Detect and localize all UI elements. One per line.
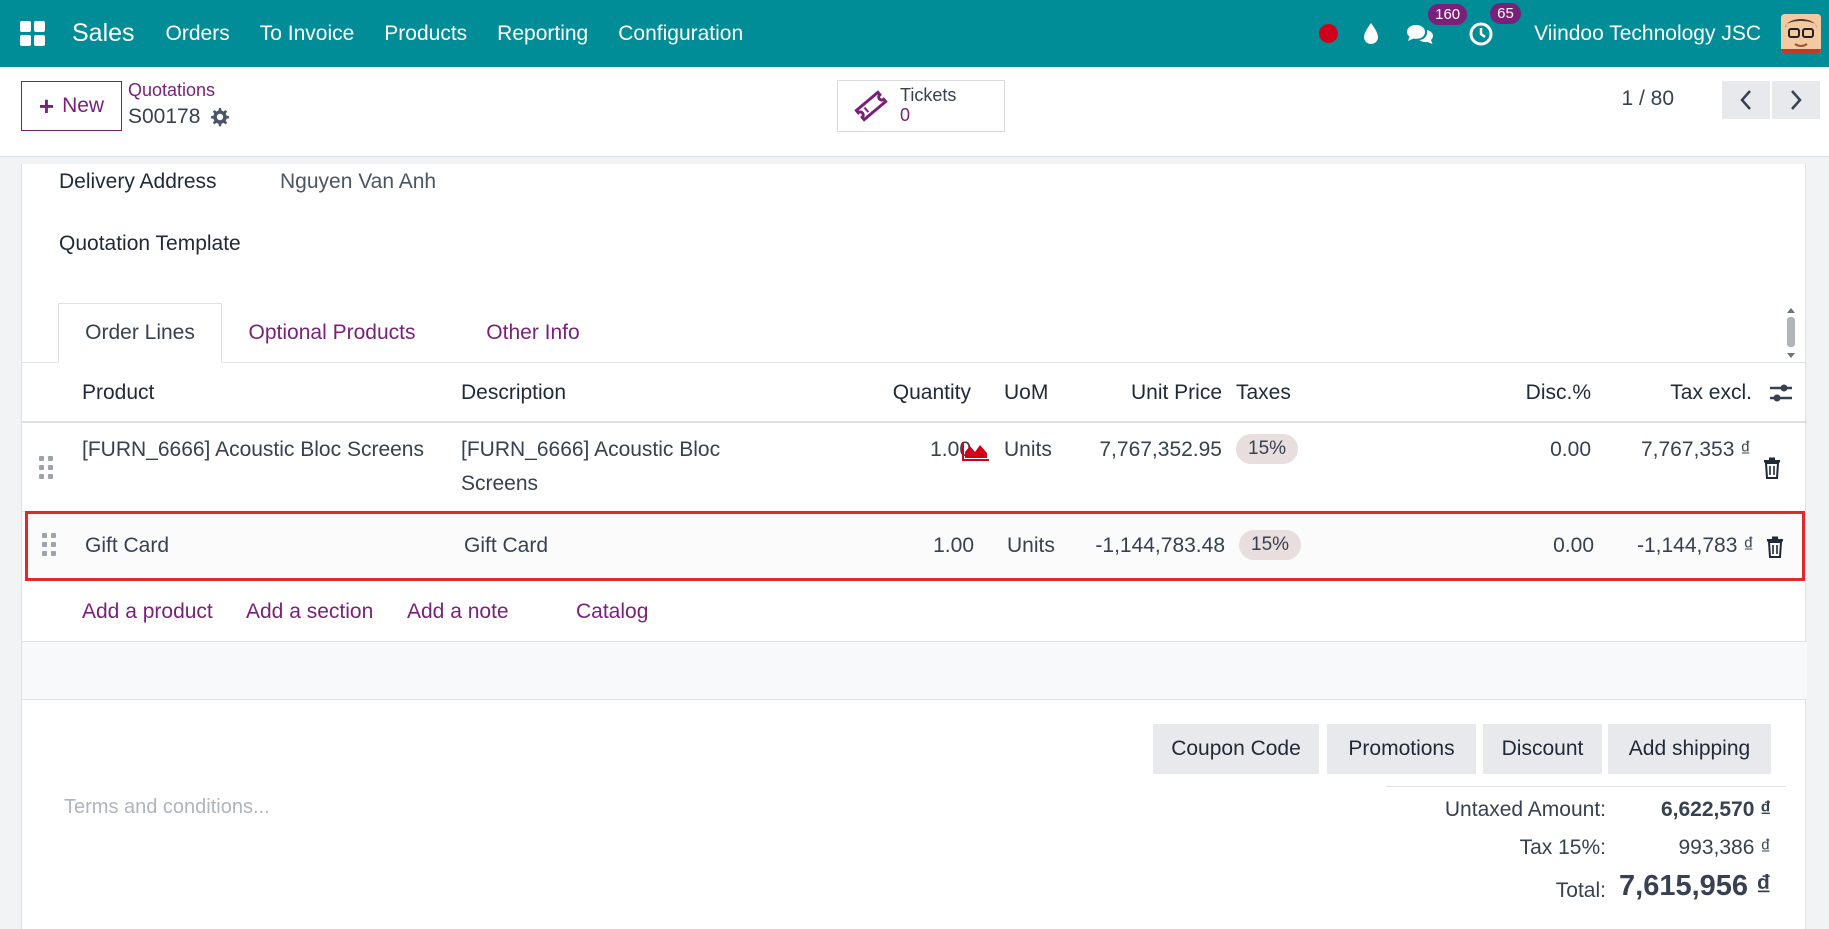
notebook-tabs: Order Lines Optional Products Other Info <box>22 303 1807 363</box>
line-product[interactable]: [FURN_6666] Acoustic Bloc Screens <box>82 433 424 467</box>
tickets-count: 0 <box>900 105 911 125</box>
add-product-link[interactable]: Add a product <box>82 582 213 642</box>
line-subtotal: -1,144,783 ₫ <box>1636 534 1754 557</box>
drag-handle-icon[interactable] <box>39 456 53 479</box>
plus-icon: + <box>38 91 55 121</box>
catalog-link[interactable]: Catalog <box>576 582 648 642</box>
total-label: Total: <box>1555 879 1606 902</box>
activities-button[interactable]: 65 <box>1468 2 1521 47</box>
form-sheet: Delivery Address Nguyen Van Anh Quotatio… <box>21 164 1807 929</box>
untaxed-amount-label: Untaxed Amount: <box>1444 798 1606 821</box>
ticket-icon <box>854 90 888 122</box>
totals-divider <box>1386 786 1786 787</box>
chat-icon <box>1407 24 1434 44</box>
messages-button[interactable]: 160 <box>1406 3 1468 46</box>
total-value: 7,615,956 ₫ <box>1619 870 1771 902</box>
line-uom[interactable]: Units <box>1007 529 1055 563</box>
trash-icon[interactable] <box>1763 457 1781 479</box>
tab-optional-products[interactable]: Optional Products <box>237 303 427 363</box>
messages-badge: 160 <box>1428 3 1468 25</box>
tab-order-lines[interactable]: Order Lines <box>58 303 222 363</box>
main-menu: Orders To Invoice Products Reporting Con… <box>151 22 759 46</box>
control-panel: + New Quotations S00178 Tickets 0 1 / 80 <box>0 67 1829 157</box>
tab-other-info[interactable]: Other Info <box>458 303 608 363</box>
pager-next-button[interactable] <box>1772 81 1820 119</box>
tickets-smart-button[interactable]: Tickets 0 <box>837 80 1005 132</box>
col-product[interactable]: Product <box>82 363 154 423</box>
line-uom[interactable]: Units <box>1004 433 1052 467</box>
line-description[interactable]: Gift Card <box>464 529 548 563</box>
tax-badge[interactable]: 15% <box>1239 530 1302 560</box>
app-name[interactable]: Sales <box>72 19 135 48</box>
top-navbar: Sales Orders To Invoice Products Reporti… <box>0 0 1829 67</box>
tax-value: 993,386 ₫ <box>1678 836 1771 859</box>
menu-orders[interactable]: Orders <box>151 22 245 46</box>
line-quantity[interactable]: 1.00 <box>862 433 971 467</box>
quotation-template-label: Quotation Template <box>59 232 241 255</box>
record-icon[interactable] <box>1319 24 1339 43</box>
chevron-left-icon <box>1740 90 1751 110</box>
terms-conditions-field[interactable]: Terms and conditions... <box>64 796 270 819</box>
line-unit-price[interactable]: 7,767,352.95 <box>1062 433 1222 467</box>
apps-menu-icon[interactable] <box>0 0 64 67</box>
gear-icon[interactable] <box>210 107 230 127</box>
line-description-line1[interactable]: [FURN_6666] Acoustic Bloc <box>461 433 720 467</box>
line-product[interactable]: Gift Card <box>85 529 169 563</box>
menu-products[interactable]: Products <box>369 22 482 46</box>
add-shipping-button[interactable]: Add shipping <box>1608 724 1771 774</box>
line-description-line2[interactable]: Screens <box>461 467 538 501</box>
col-discount[interactable]: Disc.% <box>1442 363 1591 423</box>
add-section-link[interactable]: Add a section <box>246 582 373 642</box>
new-button-label: New <box>62 94 105 117</box>
col-taxes[interactable]: Taxes <box>1236 363 1291 423</box>
col-uom[interactable]: UoM <box>1004 363 1048 423</box>
sliders-icon <box>1770 384 1792 402</box>
pager-previous-button[interactable] <box>1722 81 1770 119</box>
order-line-row-highlighted[interactable]: Gift Card Gift Card 1.00 Units -1,144,78… <box>25 511 1805 581</box>
add-line-links: Add a product Add a section Add a note C… <box>22 582 1807 642</box>
promotions-button[interactable]: Promotions <box>1327 724 1476 774</box>
col-quantity[interactable]: Quantity <box>832 363 971 423</box>
line-subtotal: 7,767,353 ₫ <box>1640 438 1751 461</box>
scrollbar[interactable] <box>1785 305 1797 361</box>
record-name: S00178 <box>128 105 201 128</box>
activities-badge: 65 <box>1490 2 1521 24</box>
drop-icon[interactable] <box>1362 22 1380 46</box>
delivery-address-label: Delivery Address <box>59 170 217 193</box>
forecast-chart-icon[interactable] <box>962 441 990 461</box>
discount-button[interactable]: Discount <box>1483 724 1602 774</box>
line-discount[interactable]: 0.00 <box>1475 529 1594 563</box>
line-unit-price[interactable]: -1,144,783.48 <box>1065 529 1225 563</box>
trash-icon[interactable] <box>1766 536 1784 558</box>
clock-icon <box>1469 22 1493 45</box>
optional-columns-toggle[interactable] <box>1769 363 1793 423</box>
line-quantity[interactable]: 1.00 <box>865 529 974 563</box>
table-footer <box>22 642 1807 700</box>
col-tax-excluded[interactable]: Tax excl. <box>1602 363 1752 423</box>
add-note-link[interactable]: Add a note <box>407 582 509 642</box>
line-discount[interactable]: 0.00 <box>1472 433 1591 467</box>
order-line-row[interactable]: [FURN_6666] Acoustic Bloc Screens [FURN_… <box>22 423 1807 512</box>
tax-label: Tax 15%: <box>1519 836 1606 859</box>
menu-to-invoice[interactable]: To Invoice <box>245 22 370 46</box>
coupon-code-button[interactable]: Coupon Code <box>1153 724 1319 774</box>
company-switcher[interactable]: Viindoo Technology JSC <box>1534 22 1761 46</box>
drag-handle-icon[interactable] <box>42 533 56 556</box>
tax-badge[interactable]: 15% <box>1236 434 1299 464</box>
untaxed-amount-value: 6,622,570 ₫ <box>1660 798 1771 821</box>
col-description[interactable]: Description <box>461 363 566 423</box>
new-button[interactable]: + New <box>21 81 122 131</box>
menu-reporting[interactable]: Reporting <box>482 22 603 46</box>
pager-value[interactable]: 1 / 80 <box>1621 87 1674 111</box>
breadcrumb-quotations[interactable]: Quotations <box>128 80 215 101</box>
tickets-label: Tickets <box>900 85 957 106</box>
chevron-right-icon <box>1791 90 1802 110</box>
delivery-address-field[interactable]: Nguyen Van Anh <box>280 170 436 194</box>
col-unit-price[interactable]: Unit Price <box>1092 363 1222 423</box>
order-lines-header: Product Description Quantity UoM Unit Pr… <box>22 363 1807 423</box>
menu-configuration[interactable]: Configuration <box>603 22 758 46</box>
breadcrumb-current: S00178 <box>128 105 230 129</box>
user-avatar[interactable] <box>1781 13 1821 54</box>
